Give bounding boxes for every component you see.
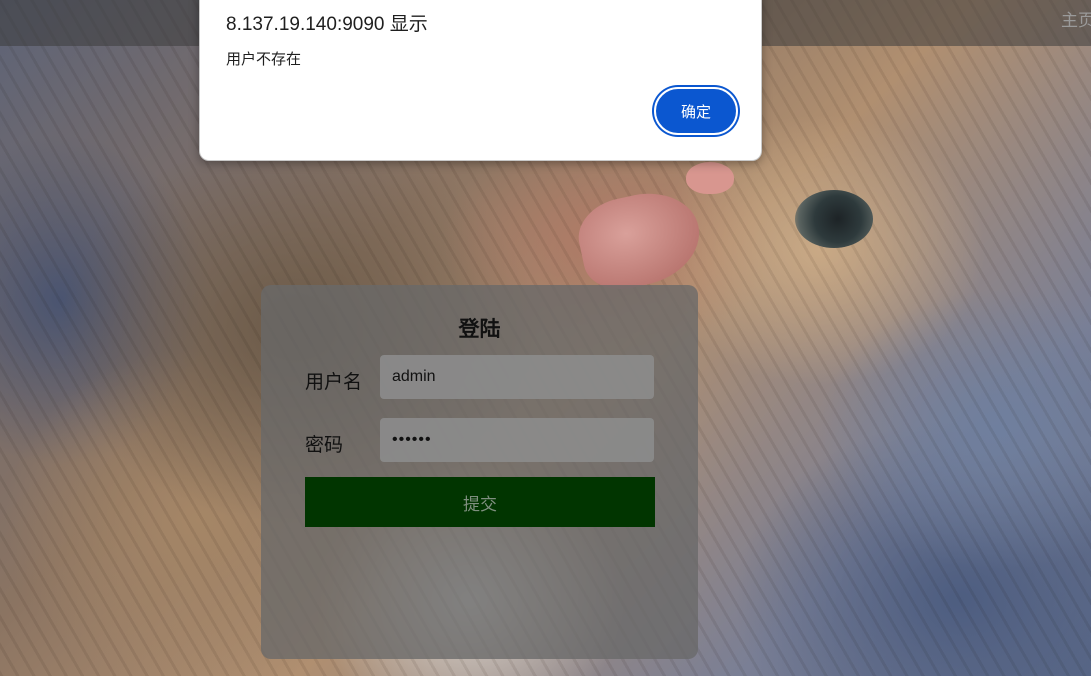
alert-message: 用户不存在 xyxy=(226,51,302,68)
submit-button[interactable]: 提交 xyxy=(305,477,655,527)
ok-button[interactable]: 确定 xyxy=(654,87,738,135)
password-label: 密码 xyxy=(305,435,344,456)
username-label: 用户名 xyxy=(305,372,363,393)
username-input[interactable] xyxy=(380,355,654,399)
alert-dialog: 8.137.19.140:9090 显示 用户不存在 确定 xyxy=(199,0,762,161)
kitten-nose xyxy=(686,162,734,194)
nav-home-link[interactable]: 主页 xyxy=(1061,6,1091,31)
alert-title: 8.137.19.140:9090 显示 xyxy=(226,14,428,35)
kitten-eye xyxy=(795,190,873,248)
login-panel: 登陆 用户名 密码 提交 xyxy=(261,285,698,659)
login-title: 登陆 xyxy=(458,318,501,341)
password-input[interactable] xyxy=(380,418,654,462)
